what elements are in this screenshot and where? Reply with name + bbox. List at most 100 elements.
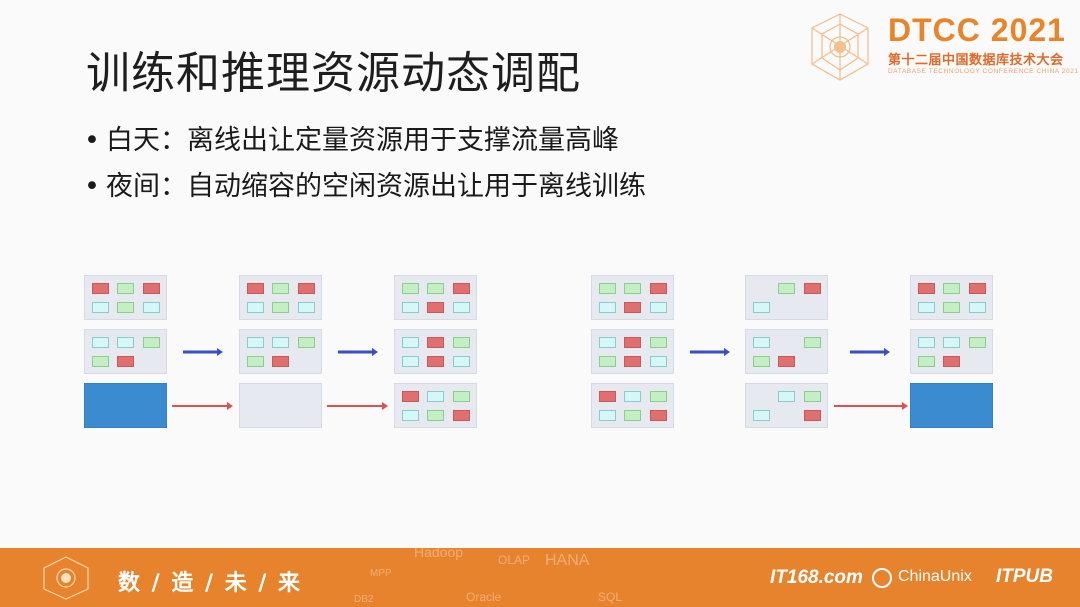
resource-cell-cyan bbox=[272, 337, 289, 348]
resource-cell-green bbox=[117, 302, 134, 313]
resource-box-empty bbox=[239, 383, 322, 428]
sponsor-itpub: ITPUB bbox=[996, 566, 1053, 587]
resource-cell-red bbox=[272, 356, 289, 367]
dtcc-logo: DTCC 2021 第十二届中国数据库技术大会 DATABASE TECHNOL… bbox=[796, 8, 1080, 88]
resource-cell-cyan bbox=[247, 302, 264, 313]
resource-cell-red bbox=[453, 410, 470, 421]
watermark-text: Hadoop bbox=[414, 548, 464, 560]
resource-box bbox=[84, 275, 167, 320]
resource-cell-cyan bbox=[650, 356, 667, 367]
resource-box bbox=[394, 329, 477, 374]
resource-cell-cyan bbox=[453, 302, 470, 313]
resource-cell-cyan bbox=[753, 410, 770, 421]
resource-cell-red bbox=[804, 283, 821, 294]
resource-cell-red bbox=[143, 283, 160, 294]
resource-cell-green bbox=[272, 283, 289, 294]
resource-cell-green bbox=[599, 356, 616, 367]
red-arrow bbox=[834, 402, 908, 410]
resource-box bbox=[239, 275, 322, 320]
resource-cell-cyan bbox=[918, 302, 935, 313]
resource-box bbox=[84, 329, 167, 374]
resource-cell-cyan bbox=[624, 391, 641, 402]
resource-cell-cyan bbox=[92, 337, 109, 348]
logo-subtitle: 第十二届中国数据库技术大会 bbox=[888, 53, 1064, 68]
resource-cell-green bbox=[247, 356, 264, 367]
bullet-item: • 夜间：自动缩容的空闲资源出让用于离线训练 bbox=[84, 171, 646, 202]
resource-cell-red bbox=[650, 283, 667, 294]
footer-banner: 数 / 造 / 未 / 来 Hadoop OLAP HANA MPP DB2 O… bbox=[0, 548, 1080, 607]
resource-cell-red bbox=[117, 356, 134, 367]
resource-cell-cyan bbox=[943, 337, 960, 348]
resource-cell-red bbox=[427, 356, 444, 367]
resource-cell-red bbox=[624, 356, 641, 367]
resource-cell-red bbox=[453, 283, 470, 294]
red-arrow bbox=[327, 402, 388, 410]
resource-cell-green bbox=[624, 410, 641, 421]
resource-cell-cyan bbox=[402, 337, 419, 348]
resource-box-filled bbox=[84, 383, 167, 428]
resource-cell-green bbox=[650, 337, 667, 348]
slide-title: 训练和推理资源动态调配 bbox=[86, 48, 581, 100]
resource-cell-red bbox=[918, 283, 935, 294]
logo-name: DTCC 2021 bbox=[888, 12, 1066, 48]
resource-cell-green bbox=[402, 283, 419, 294]
resource-cell-cyan bbox=[650, 302, 667, 313]
resource-cell-cyan bbox=[247, 337, 264, 348]
resource-cell-green bbox=[298, 337, 315, 348]
resource-box bbox=[239, 329, 322, 374]
resource-cell-cyan bbox=[298, 302, 315, 313]
resource-box bbox=[394, 275, 477, 320]
resource-cell-red bbox=[427, 302, 444, 313]
resource-cell-green bbox=[453, 337, 470, 348]
resource-box bbox=[394, 383, 477, 428]
resource-cell-green bbox=[599, 283, 616, 294]
resource-cell-cyan bbox=[753, 337, 770, 348]
resource-cell-cyan bbox=[92, 302, 109, 313]
dtcc-emblem-icon bbox=[811, 13, 869, 81]
resource-cell-red bbox=[92, 283, 109, 294]
resource-cell-green bbox=[650, 391, 667, 402]
watermark-text: DB2 bbox=[354, 594, 374, 605]
resource-cell-red bbox=[247, 283, 264, 294]
resource-cell-cyan bbox=[778, 391, 795, 402]
resource-cell-green bbox=[943, 283, 960, 294]
sponsor-it168: IT168.com bbox=[770, 567, 863, 588]
blue-arrow bbox=[690, 348, 730, 356]
sponsor-chinaunix: ChinaUnix bbox=[898, 568, 972, 585]
resource-cell-cyan bbox=[453, 356, 470, 367]
resource-cell-green bbox=[143, 337, 160, 348]
logo-tagline: DATABASE TECHNOLOGY CONFERENCE CHINA 202… bbox=[888, 68, 1079, 75]
resource-cell-red bbox=[943, 356, 960, 367]
watermark-text: OLAP bbox=[498, 553, 531, 567]
resource-box bbox=[910, 275, 993, 320]
resource-cell-red bbox=[778, 356, 795, 367]
resource-box bbox=[745, 329, 828, 374]
resource-cell-green bbox=[943, 302, 960, 313]
blue-arrow bbox=[850, 348, 890, 356]
resource-cell-cyan bbox=[599, 410, 616, 421]
bullet-list: • 白天：离线出让定量资源用于支撑流量高峰 • 夜间：自动缩容的空闲资源出让用于离线… bbox=[84, 118, 646, 210]
resource-box bbox=[591, 329, 674, 374]
resource-cell-red bbox=[624, 302, 641, 313]
bullet-text: 白天：离线出让定量资源用于支撑流量高峰 bbox=[106, 125, 619, 156]
resource-box bbox=[910, 329, 993, 374]
resource-cell-cyan bbox=[402, 302, 419, 313]
red-arrow bbox=[172, 402, 233, 410]
resource-cell-red bbox=[624, 337, 641, 348]
resource-cell-red bbox=[969, 283, 986, 294]
blue-arrow bbox=[338, 348, 378, 356]
resource-box bbox=[745, 383, 828, 428]
resource-cell-cyan bbox=[427, 391, 444, 402]
resource-cell-green bbox=[453, 391, 470, 402]
resource-cell-green bbox=[427, 410, 444, 421]
resource-cell-green bbox=[804, 391, 821, 402]
resource-cell-red bbox=[650, 410, 667, 421]
watermark-text: Oracle bbox=[466, 590, 502, 604]
resource-cell-red bbox=[599, 391, 616, 402]
resource-cell-green bbox=[969, 337, 986, 348]
footer-slogan: 数 / 造 / 未 / 来 bbox=[118, 571, 303, 596]
bullet-item: • 白天：离线出让定量资源用于支撑流量高峰 bbox=[84, 125, 619, 156]
resource-cell-red bbox=[804, 410, 821, 421]
resource-cell-cyan bbox=[143, 302, 160, 313]
watermark-text: MPP bbox=[370, 568, 392, 579]
